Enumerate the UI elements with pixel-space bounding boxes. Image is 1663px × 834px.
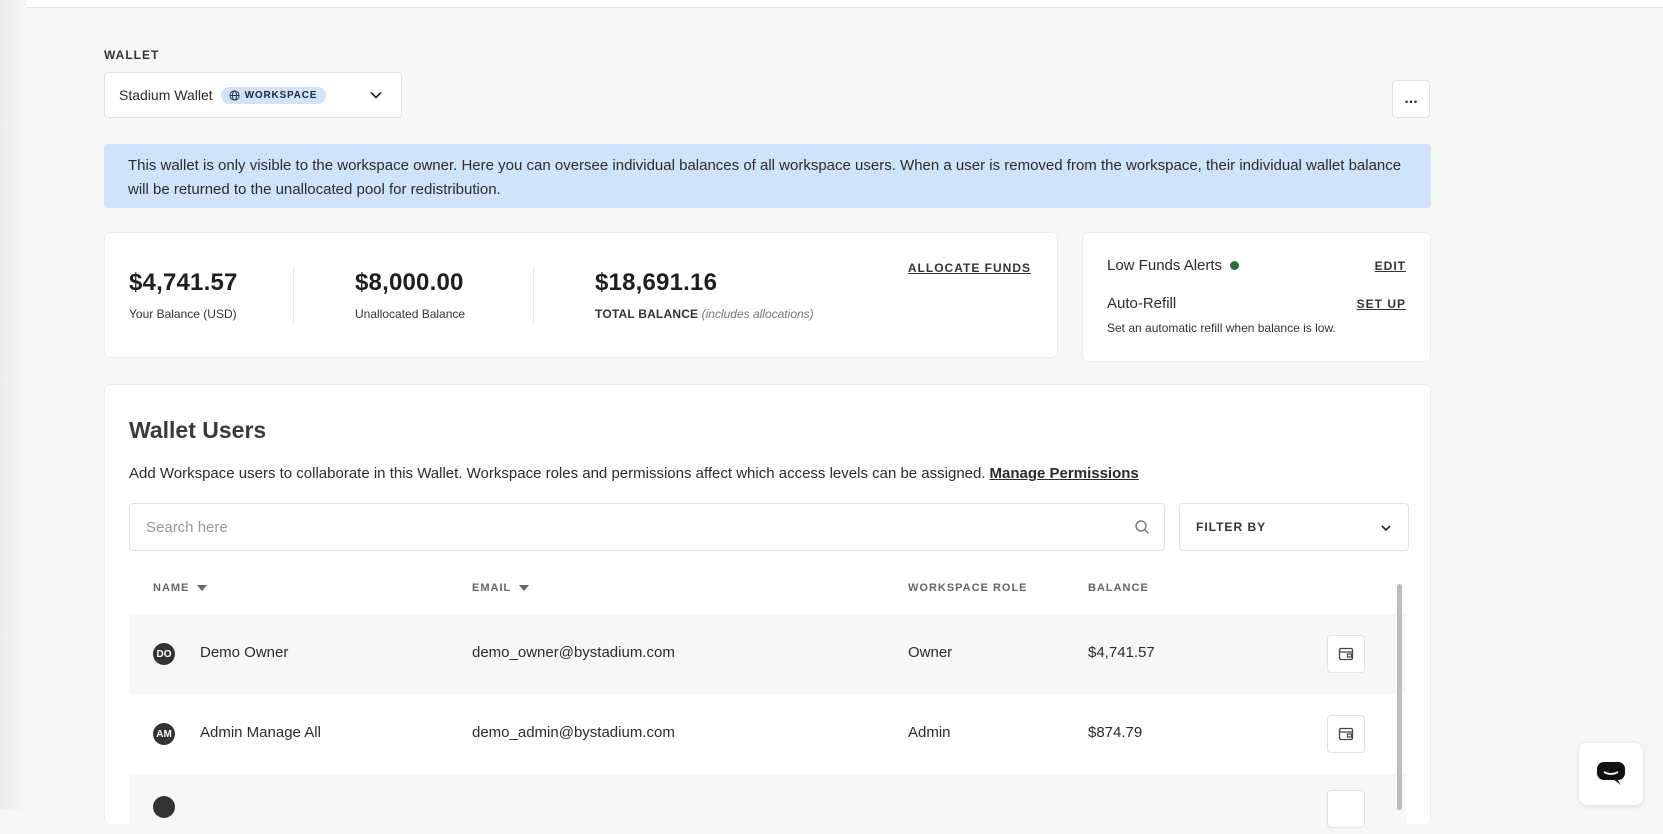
divider xyxy=(293,267,294,323)
search-icon[interactable] xyxy=(1134,519,1150,535)
low-funds-alerts: Low Funds Alerts xyxy=(1107,257,1240,274)
wallet-users-card: Wallet Users Add Workspace users to coll… xyxy=(104,384,1431,834)
user-wallet-button[interactable] xyxy=(1327,635,1365,673)
avatar xyxy=(153,796,175,818)
allocate-funds-link[interactable]: ALLOCATE FUNDS xyxy=(908,261,1031,275)
set-up-refill-link[interactable]: SET UP xyxy=(1357,297,1406,311)
search-input[interactable] xyxy=(130,504,1122,550)
wallet-selector[interactable]: Stadium Wallet WORKSPACE xyxy=(104,72,402,118)
top-bar xyxy=(0,0,1663,8)
left-edge-shadow xyxy=(0,0,26,810)
user-email: demo_admin@bystadium.com xyxy=(472,724,675,741)
table-row[interactable]: AM Admin Manage All demo_admin@bystadium… xyxy=(129,694,1407,774)
user-wallet-button[interactable] xyxy=(1327,715,1365,753)
user-name: Demo Owner xyxy=(200,644,289,661)
owner-visibility-banner: This wallet is only visible to the works… xyxy=(104,144,1431,208)
wallet-icon xyxy=(1338,727,1354,741)
column-header-role: WORKSPACE ROLE xyxy=(908,582,1028,594)
user-balance: $4,741.57 xyxy=(1088,644,1155,661)
chat-icon xyxy=(1597,762,1625,785)
column-header-name-label: NAME xyxy=(153,582,190,594)
more-options-button[interactable]: ... xyxy=(1392,80,1430,118)
total-balance-title: TOTAL BALANCE xyxy=(595,307,699,321)
sort-caret-icon[interactable] xyxy=(519,585,530,591)
user-role: Owner xyxy=(908,644,953,661)
user-balance: $874.79 xyxy=(1088,724,1143,741)
your-balance-amount: $4,741.57 xyxy=(129,269,238,296)
user-role: Admin xyxy=(908,724,951,741)
auto-refill-label: Auto-Refill xyxy=(1107,295,1177,312)
column-header-balance-label: BALANCE xyxy=(1088,582,1149,594)
avatar: AM xyxy=(153,723,175,745)
unallocated-balance-amount: $8,000.00 xyxy=(355,269,464,296)
chevron-down-icon xyxy=(1381,525,1391,532)
alerts-card: Low Funds Alerts EDIT Auto-Refill SET UP… xyxy=(1082,232,1431,362)
column-header-balance: BALANCE xyxy=(1088,582,1149,594)
wallet-section-label: WALLET xyxy=(104,48,160,62)
wallet-users-title: Wallet Users xyxy=(129,417,267,443)
filter-by-dropdown[interactable]: FILTER BY xyxy=(1179,503,1409,551)
column-header-email-label: EMAIL xyxy=(472,582,512,594)
table-row[interactable] xyxy=(129,774,1407,834)
chat-launcher-button[interactable] xyxy=(1579,743,1643,805)
column-header-role-label: WORKSPACE ROLE xyxy=(908,582,1028,594)
avatar: DO xyxy=(153,643,175,665)
globe-icon xyxy=(229,89,240,101)
table-scrollbar[interactable] xyxy=(1397,584,1402,810)
column-header-email[interactable]: EMAIL xyxy=(472,582,530,594)
low-funds-alerts-label: Low Funds Alerts xyxy=(1107,257,1223,274)
status-dot-icon xyxy=(1230,261,1240,270)
table-row[interactable]: DO Demo Owner demo_owner@bystadium.com O… xyxy=(129,614,1407,694)
user-wallet-button[interactable] xyxy=(1327,790,1365,828)
workspace-badge: WORKSPACE xyxy=(220,86,327,104)
search-field[interactable] xyxy=(129,503,1165,551)
chevron-down-icon xyxy=(370,91,382,99)
auto-refill-description: Set an automatic refill when balance is … xyxy=(1107,321,1336,335)
balances-card: $4,741.57 Your Balance (USD) $8,000.00 U… xyxy=(104,232,1058,358)
unallocated-balance: $8,000.00 Unallocated Balance xyxy=(355,269,465,321)
auto-refill: Auto-Refill xyxy=(1107,295,1176,312)
user-email: demo_owner@bystadium.com xyxy=(472,644,675,661)
workspace-badge-label: WORKSPACE xyxy=(244,89,318,101)
wallet-users-description-text: Add Workspace users to collaborate in th… xyxy=(129,465,986,482)
user-name: Admin Manage All xyxy=(200,724,321,741)
edit-alerts-link[interactable]: EDIT xyxy=(1375,259,1406,273)
total-balance: $18,691.16 TOTAL BALANCE (includes alloc… xyxy=(595,269,814,321)
manage-permissions-link[interactable]: Manage Permissions xyxy=(990,465,1139,482)
divider xyxy=(533,267,534,323)
total-balance-note: (includes allocations) xyxy=(701,307,814,321)
total-balance-label: TOTAL BALANCE (includes allocations) xyxy=(595,307,814,321)
filter-by-label: FILTER BY xyxy=(1196,520,1267,534)
total-balance-amount: $18,691.16 xyxy=(595,269,718,296)
unallocated-balance-label: Unallocated Balance xyxy=(355,307,466,321)
wallet-name: Stadium Wallet xyxy=(119,87,213,103)
your-balance: $4,741.57 Your Balance (USD) xyxy=(129,269,238,321)
column-header-name[interactable]: NAME xyxy=(153,582,208,594)
wallet-icon xyxy=(1338,647,1354,661)
your-balance-label: Your Balance (USD) xyxy=(129,307,237,321)
sort-caret-icon[interactable] xyxy=(197,585,208,591)
wallet-users-description: Add Workspace users to collaborate in th… xyxy=(129,465,1139,482)
